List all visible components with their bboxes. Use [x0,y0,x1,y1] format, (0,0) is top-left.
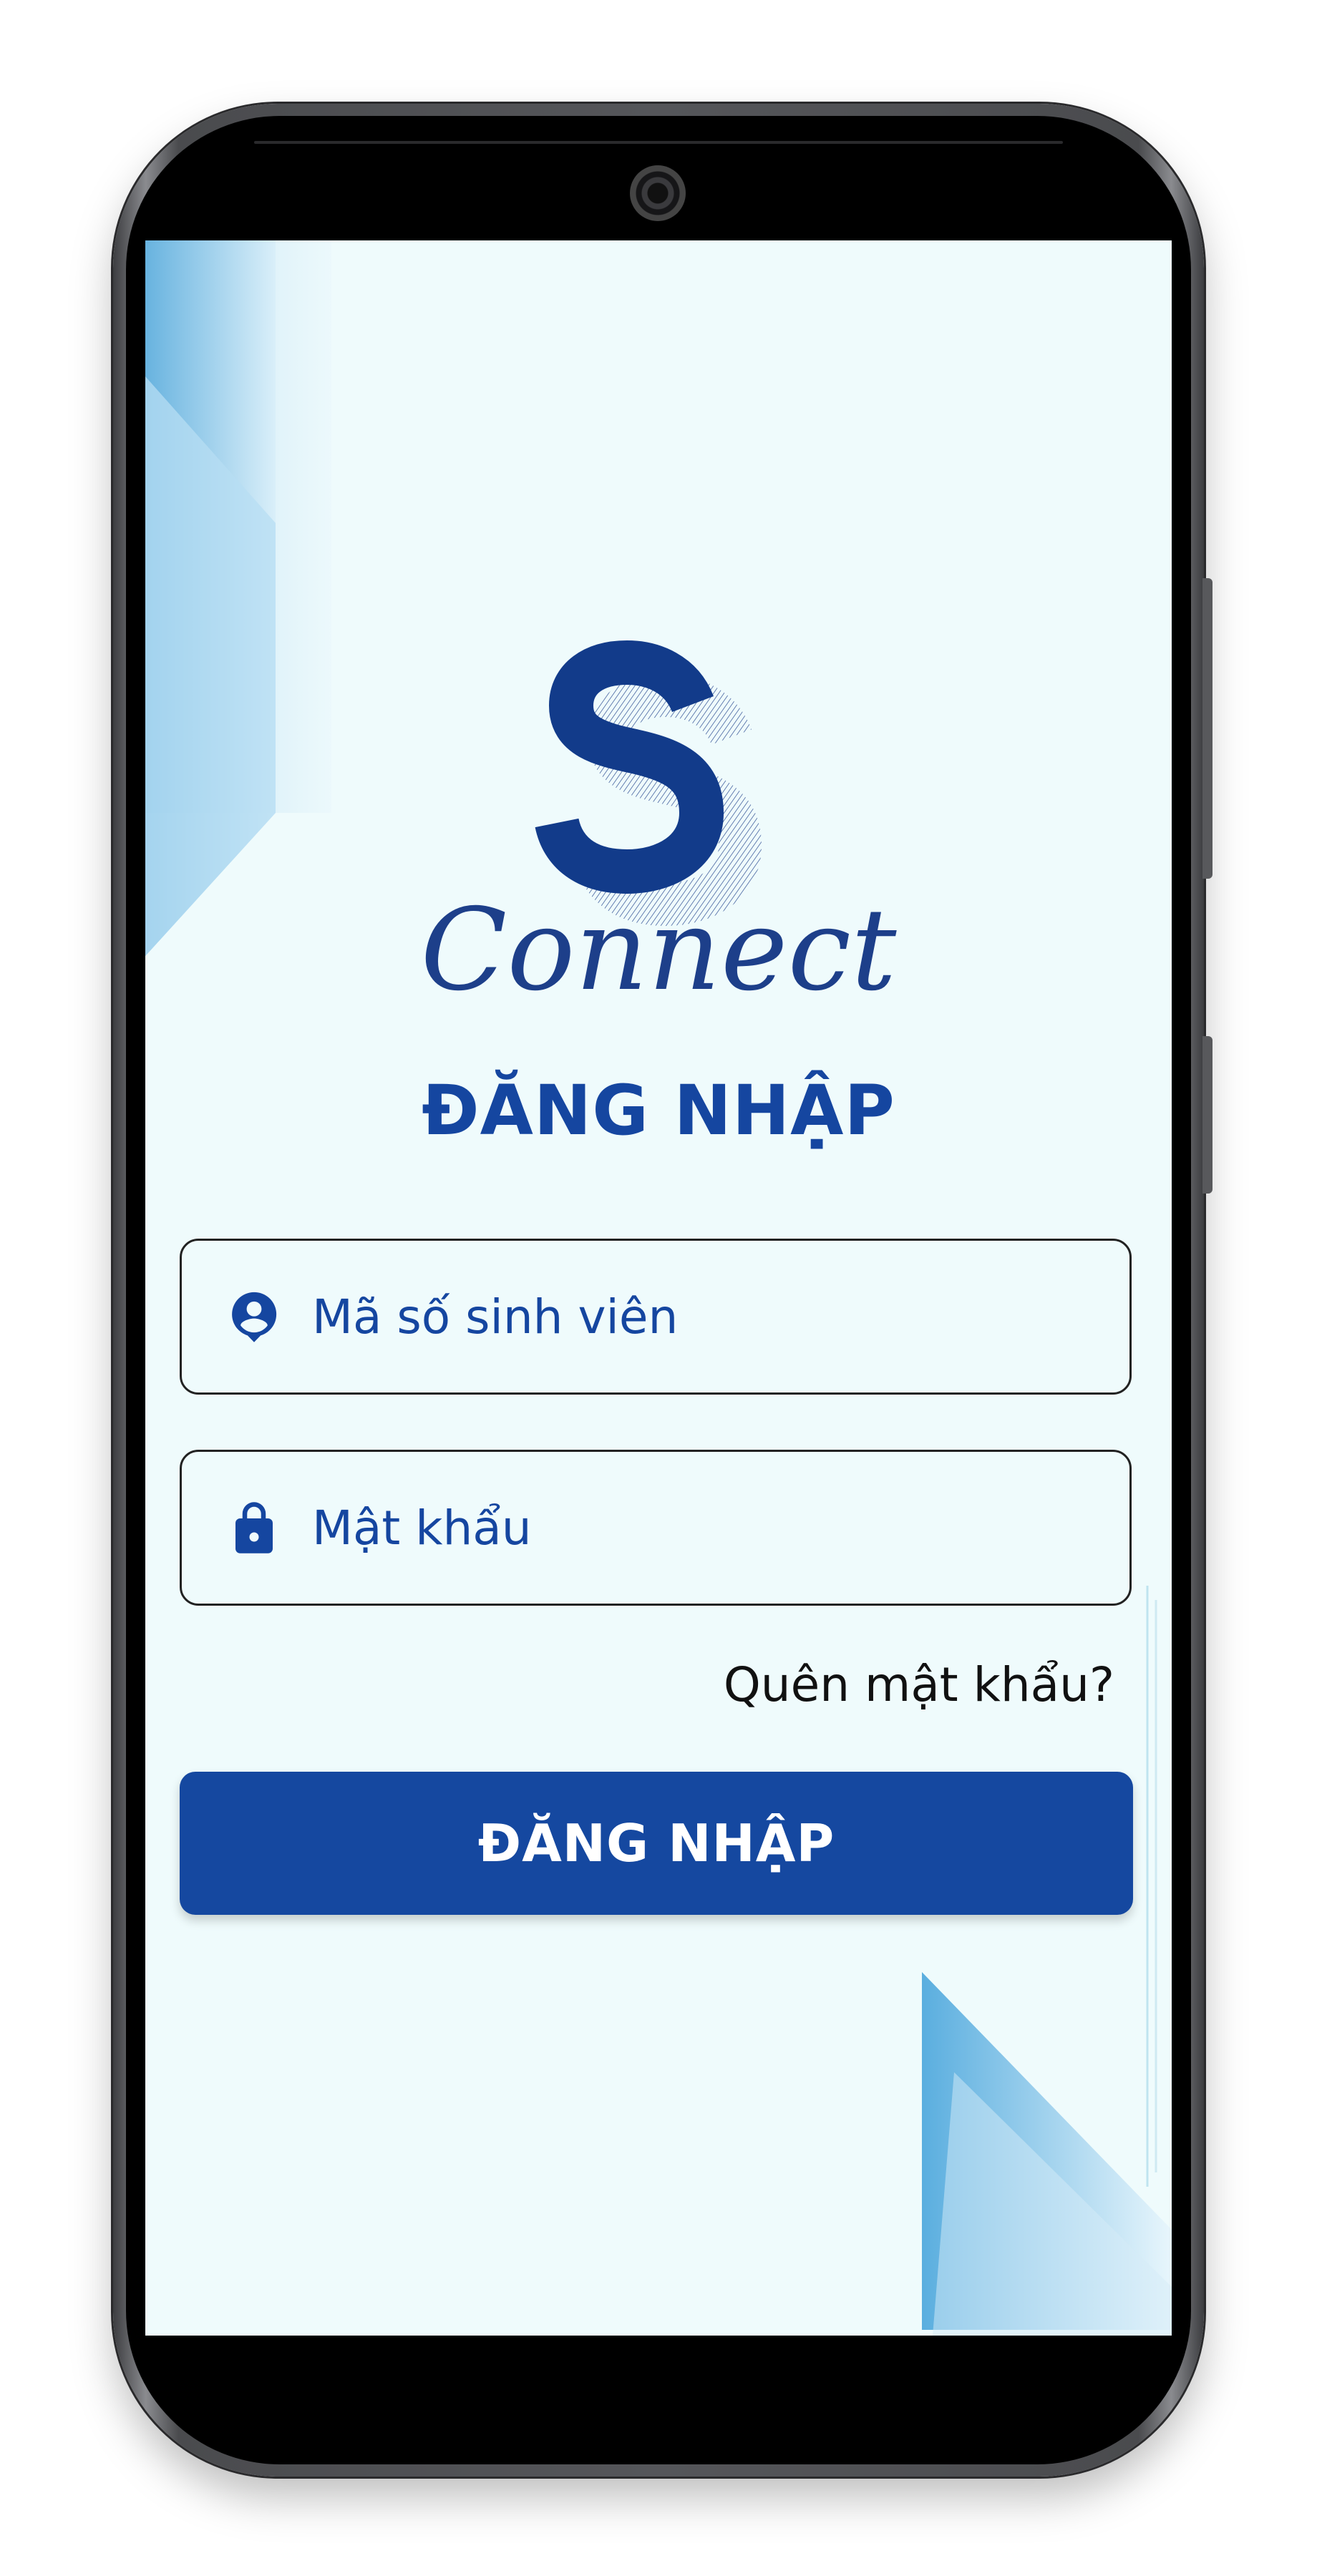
power-button [1202,1036,1212,1194]
account-circle-icon [226,1289,282,1345]
login-button[interactable]: ĐĂNG NHẬP [180,1772,1133,1915]
password-input[interactable] [312,1500,1129,1556]
student-id-input[interactable] [312,1289,1129,1345]
password-field-container [180,1450,1132,1606]
page-title: ĐĂNG NHẬP [422,1070,895,1151]
logo-wordmark: Connect [420,884,897,1016]
app-logo: Connect [145,613,1172,1085]
lock-icon [226,1500,282,1556]
forgot-password-link[interactable]: Quên mật khẩu? [724,1657,1114,1712]
volume-button [1202,578,1212,879]
earpiece-speaker [254,141,1063,144]
student-id-field-container [180,1239,1132,1395]
login-screen: Connect ĐĂNG NHẬP Quên mật khẩu? ĐĂNG NH… [145,240,1172,2336]
front-camera [630,165,686,221]
